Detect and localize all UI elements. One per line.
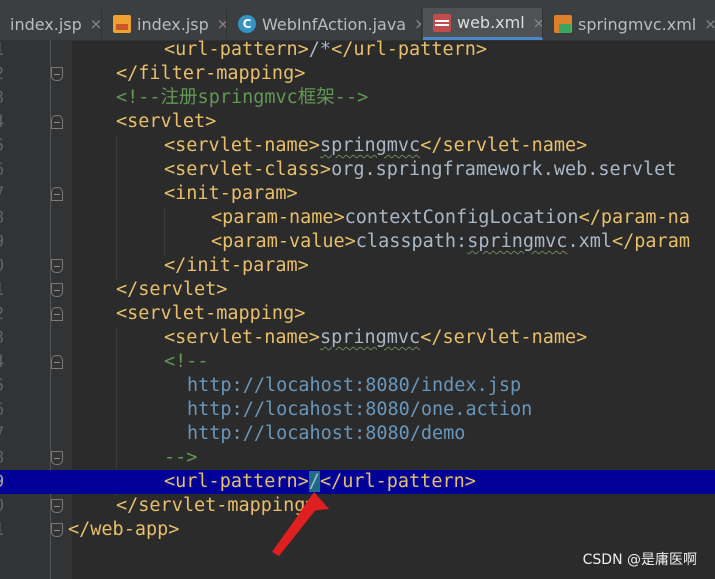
annotation-arrow-icon — [272, 492, 329, 556]
watermark: CSDN @是庸医啊 — [582, 552, 697, 568]
